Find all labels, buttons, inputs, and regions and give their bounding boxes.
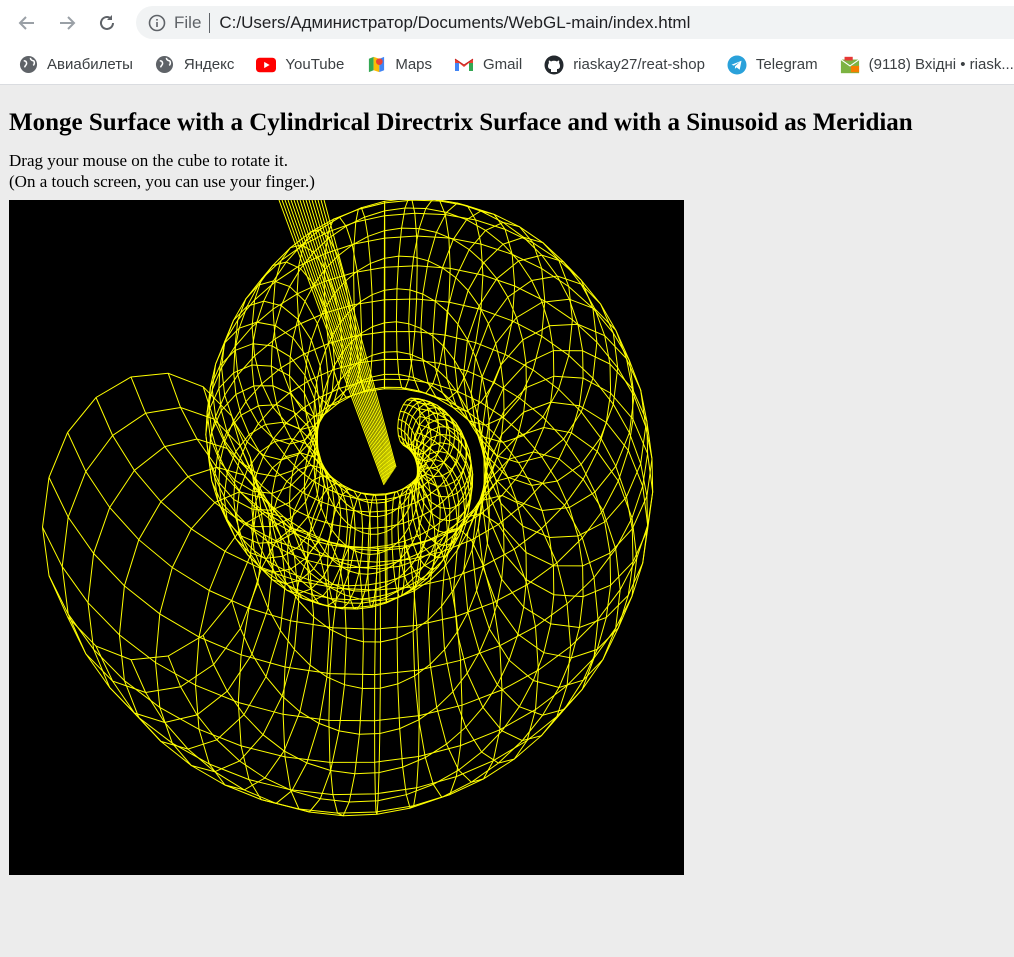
wire-strand (287, 200, 387, 482)
gmail-icon (454, 55, 474, 75)
telegram-icon (727, 55, 747, 75)
maps-icon (366, 55, 386, 75)
wire-ring (87, 438, 275, 724)
wire-ring (61, 406, 265, 694)
bookmark-label: riaskay27/reat-shop (573, 56, 705, 73)
wire-ring (384, 493, 388, 604)
instruction-line-1: Drag your mouse on the cube to rotate it… (9, 151, 289, 170)
youtube-icon (256, 55, 277, 75)
url-text[interactable]: C:/Users/Администратор/Documents/WebGL-m… (219, 13, 690, 33)
back-button[interactable] (7, 0, 47, 45)
bookmark-label: Telegram (755, 56, 818, 73)
instruction-line-2: (On a touch screen, you can use your fin… (9, 172, 315, 191)
wireframe-surface (9, 200, 684, 875)
bookmark-label: Авиабилеты (47, 56, 133, 73)
wire-strand (311, 200, 394, 472)
bookmark-youtube[interactable]: YouTube (256, 55, 344, 75)
globe-icon (18, 55, 38, 75)
bookmark-yandex[interactable]: Яндекс (155, 55, 234, 75)
bookmark-maps[interactable]: Maps (366, 55, 432, 75)
instructions: Drag your mouse on the cube to rotate it… (9, 150, 1005, 192)
wire-ring (383, 201, 386, 389)
url-scheme: File (174, 12, 202, 32)
bookmark-label: Maps (395, 56, 433, 73)
wire-ring (453, 494, 572, 742)
bookmark-telegram[interactable]: Telegram (727, 55, 818, 75)
wire-strand (305, 200, 392, 475)
reload-icon (100, 14, 114, 30)
github-icon (544, 55, 564, 75)
bookmark-inbox[interactable]: (9118) Вхідні • riask... (840, 55, 1014, 75)
info-icon[interactable] (148, 14, 166, 32)
bookmarks-bar: Авиабилеты Яндекс YouTube Maps Gmail ria… (0, 45, 1014, 85)
browser-toolbar: File C:/Users/Администратор/Documents/We… (0, 0, 1014, 45)
page-content: Monge Surface with a Cylindrical Directr… (0, 108, 1014, 875)
bookmark-label: (9118) Вхідні • riask... (868, 56, 1014, 73)
url-separator (209, 12, 211, 33)
bookmark-label: YouTube (285, 56, 345, 73)
reload-button[interactable] (87, 0, 127, 45)
wire-strand (317, 200, 395, 470)
bookmark-github[interactable]: riaskay27/reat-shop (544, 55, 705, 75)
bookmark-label: Яндекс (183, 56, 235, 73)
bookmark-gmail[interactable]: Gmail (454, 55, 522, 75)
forward-arrow-icon (60, 15, 76, 30)
back-arrow-icon (18, 15, 34, 30)
wire-ring (328, 545, 364, 817)
bookmark-label: Gmail (483, 56, 523, 73)
address-bar[interactable]: File C:/Users/Администратор/Documents/We… (136, 6, 1014, 39)
mail-folder-icon (840, 55, 860, 75)
forward-button[interactable] (47, 0, 87, 45)
webgl-canvas[interactable] (9, 200, 684, 875)
wire-line (48, 298, 649, 763)
wire-ring (477, 426, 638, 659)
wire-mesh (42, 200, 654, 817)
page-title: Monge Surface with a Cylindrical Directr… (9, 109, 913, 136)
globe-icon (155, 55, 175, 75)
bookmark-aviabilety[interactable]: Авиабилеты (18, 55, 133, 75)
